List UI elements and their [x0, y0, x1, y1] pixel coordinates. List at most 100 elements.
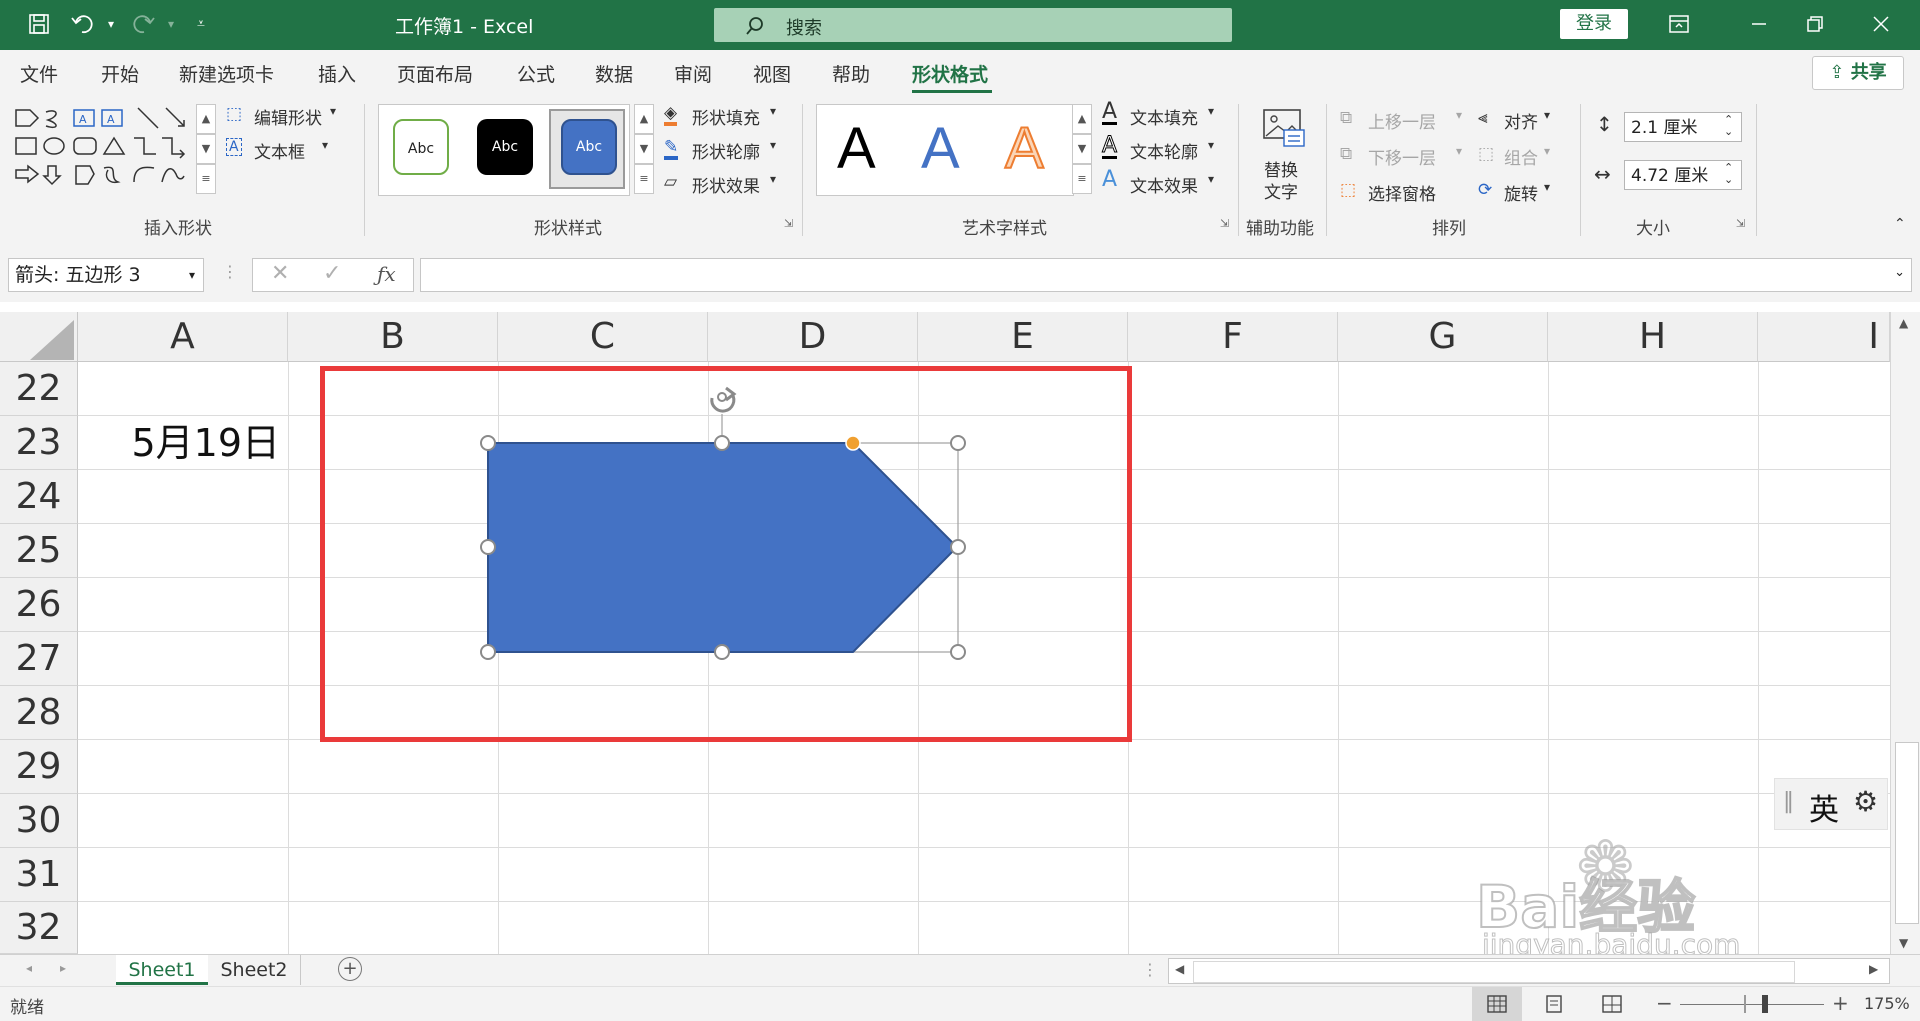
column-header-g[interactable]: G: [1338, 312, 1548, 362]
search-input[interactable]: 搜索: [714, 8, 1232, 42]
formula-input[interactable]: ⌄: [420, 258, 1912, 292]
more-options-icon[interactable]: ⋮: [222, 262, 238, 281]
wordart-gallery-more[interactable]: ≡: [1072, 164, 1092, 194]
gear-icon[interactable]: ⚙: [1853, 785, 1878, 818]
dialog-launcher-icon[interactable]: ⇲: [784, 218, 796, 230]
add-sheet-icon[interactable]: +: [338, 957, 362, 981]
tab-page-layout[interactable]: 页面布局: [397, 60, 473, 87]
wordart-gallery-down[interactable]: ▼: [1072, 134, 1092, 164]
column-header-i[interactable]: I: [1758, 312, 1890, 362]
share-button[interactable]: ⇪ 共享: [1812, 56, 1904, 90]
row-header-29[interactable]: 29: [0, 740, 78, 794]
tab-review[interactable]: 审阅: [674, 60, 712, 87]
column-header-a[interactable]: A: [78, 312, 288, 362]
ribbon-display-options-icon[interactable]: [1664, 9, 1694, 39]
page-layout-view-icon[interactable]: [1544, 995, 1564, 1013]
shape-style-thumb[interactable]: Abc: [561, 119, 617, 175]
select-all-button[interactable]: [0, 312, 78, 362]
customize-toolbar-icon[interactable]: ⩡: [186, 9, 216, 39]
row-header-27[interactable]: 27: [0, 632, 78, 686]
save-icon[interactable]: [24, 9, 54, 39]
adjustment-handle[interactable]: [845, 435, 861, 451]
alt-text-button[interactable]: 替换 文字: [1254, 108, 1314, 208]
tab-insert[interactable]: 插入: [318, 60, 356, 87]
collapse-ribbon-icon[interactable]: ⌃: [1894, 216, 1906, 232]
row-header-26[interactable]: 26: [0, 578, 78, 632]
wordart-thumb[interactable]: A: [1004, 115, 1045, 182]
row-header-22[interactable]: 22: [0, 362, 78, 416]
pentagon-arrow-shape[interactable]: [470, 302, 990, 682]
styles-gallery-more[interactable]: ≡: [634, 164, 654, 194]
resize-handle[interactable]: [480, 435, 496, 451]
resize-handle[interactable]: [950, 539, 966, 555]
row-header-30[interactable]: 30: [0, 794, 78, 848]
undo-dropdown-icon[interactable]: ▾: [96, 9, 126, 39]
undo-icon[interactable]: [68, 9, 98, 39]
resize-handle[interactable]: [480, 644, 496, 660]
shape-styles-gallery[interactable]: Abc Abc Abc: [378, 104, 630, 196]
wordart-thumb[interactable]: A: [837, 115, 876, 182]
resize-handle[interactable]: [950, 435, 966, 451]
horizontal-scrollbar[interactable]: ◀ ▶: [1168, 958, 1890, 984]
insert-function-icon[interactable]: ƒx: [377, 262, 396, 286]
row-header-28[interactable]: 28: [0, 686, 78, 740]
login-button[interactable]: 登录: [1560, 9, 1628, 39]
height-spinner-icon[interactable]: ⌃ ⌄: [1724, 114, 1733, 138]
tab-shape-format[interactable]: 形状格式: [912, 60, 988, 87]
zoom-slider-thumb[interactable]: [1762, 995, 1768, 1013]
expand-formula-icon[interactable]: ⌄: [1894, 265, 1905, 280]
scroll-down-icon[interactable]: ▼: [1899, 936, 1908, 950]
resize-handle[interactable]: [714, 435, 730, 451]
zoom-slider[interactable]: [1680, 1004, 1824, 1005]
row-header-31[interactable]: 31: [0, 848, 78, 902]
column-header-b[interactable]: B: [288, 312, 498, 362]
scroll-left-icon[interactable]: ◂: [26, 961, 32, 975]
tab-formulas[interactable]: 公式: [517, 60, 555, 87]
scroll-up-icon[interactable]: ▲: [1899, 316, 1908, 330]
width-spinner-icon[interactable]: ⌃ ⌄: [1724, 162, 1733, 186]
tab-view[interactable]: 视图: [753, 60, 791, 87]
column-header-f[interactable]: F: [1128, 312, 1338, 362]
close-icon[interactable]: [1866, 9, 1896, 39]
chevron-down-icon[interactable]: ▾: [189, 259, 195, 291]
dialog-launcher-icon[interactable]: ⇲: [1736, 218, 1748, 230]
row-header-23[interactable]: 23: [0, 416, 78, 470]
tab-split-icon[interactable]: ⋮: [1142, 960, 1158, 979]
tab-help[interactable]: 帮助: [832, 60, 870, 87]
shape-style-thumb[interactable]: Abc: [393, 119, 449, 175]
resize-handle[interactable]: [950, 644, 966, 660]
zoom-level[interactable]: 175%: [1864, 994, 1910, 1013]
dialog-launcher-icon[interactable]: ⇲: [1220, 218, 1232, 230]
hscroll-left-icon[interactable]: ◀: [1175, 962, 1184, 976]
minimize-icon[interactable]: [1744, 9, 1774, 39]
vertical-scroll-thumb[interactable]: [1895, 742, 1919, 924]
tab-new-tab[interactable]: 新建选项卡: [179, 60, 274, 87]
tab-data[interactable]: 数据: [595, 60, 633, 87]
ime-toolbar[interactable]: ‖ 英 ⚙: [1774, 778, 1888, 830]
shape-gallery[interactable]: A A: [12, 104, 216, 194]
restore-icon[interactable]: [1800, 9, 1830, 39]
scroll-right-icon[interactable]: ▸: [60, 961, 66, 975]
sheet-tab-sheet2[interactable]: Sheet2: [208, 955, 301, 985]
shape-gallery-up[interactable]: ▲: [196, 104, 216, 134]
row-header-32[interactable]: 32: [0, 902, 78, 954]
zoom-out-icon[interactable]: −: [1656, 991, 1673, 1015]
wordart-gallery[interactable]: A A A: [816, 104, 1074, 196]
cell-a23[interactable]: 5月19日: [78, 416, 280, 470]
vertical-scrollbar[interactable]: ▲ ▼: [1890, 312, 1920, 954]
column-header-h[interactable]: H: [1548, 312, 1758, 362]
tab-home[interactable]: 开始: [101, 60, 139, 87]
normal-view-button[interactable]: [1472, 987, 1522, 1021]
wordart-gallery-up[interactable]: ▲: [1072, 104, 1092, 134]
name-box[interactable]: 箭头: 五边形 3 ▾: [8, 258, 204, 292]
resize-handle[interactable]: [480, 539, 496, 555]
styles-gallery-down[interactable]: ▼: [634, 134, 654, 164]
shape-style-thumb[interactable]: Abc: [477, 119, 533, 175]
styles-gallery-up[interactable]: ▲: [634, 104, 654, 134]
resize-handle[interactable]: [714, 644, 730, 660]
tab-file[interactable]: 文件: [20, 60, 58, 87]
zoom-in-icon[interactable]: +: [1832, 991, 1849, 1015]
page-break-view-icon[interactable]: [1602, 995, 1622, 1013]
wordart-thumb[interactable]: A: [921, 115, 960, 182]
shape-gallery-down[interactable]: ▼: [196, 134, 216, 164]
